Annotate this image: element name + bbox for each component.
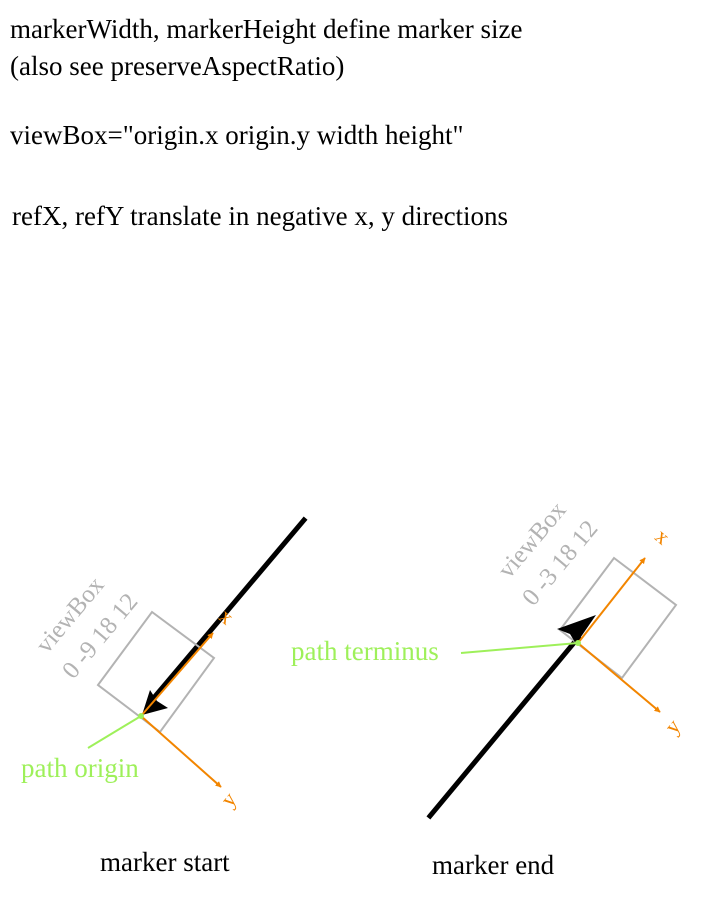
marker-end-x-label: x [651,523,675,549]
marker-end-terminus-dot [575,640,581,646]
marker-end-y-axis [577,642,661,713]
marker-end-path [426,634,582,820]
marker-diagram: x y viewBox 0 -9 18 12 path origin marke… [21,497,685,880]
marker-start-x-label: x [215,603,239,629]
marker-end-arrowhead [557,615,596,644]
marker-start-callout-text: path origin [21,753,139,783]
marker-start-origin-dot [138,713,144,719]
marker-end-y-label: y [659,714,685,738]
marker-start-figure: x y viewBox 0 -9 18 12 path origin marke… [21,516,308,877]
marker-start-y-label: y [215,787,241,811]
marker-end-callout-line [460,642,579,654]
marker-start-callout-line [87,715,142,749]
marker-start-y-axis [140,715,222,788]
marker-start-caption: marker start [100,847,230,877]
marker-end-x-axis [577,557,646,644]
marker-end-callout-text: path terminus [291,636,439,666]
marker-end-viewbox-box [558,556,678,680]
marker-end-figure: x y viewBox 0 -3 18 12 path terminus mar… [291,497,685,880]
marker-end-caption: marker end [432,850,555,880]
